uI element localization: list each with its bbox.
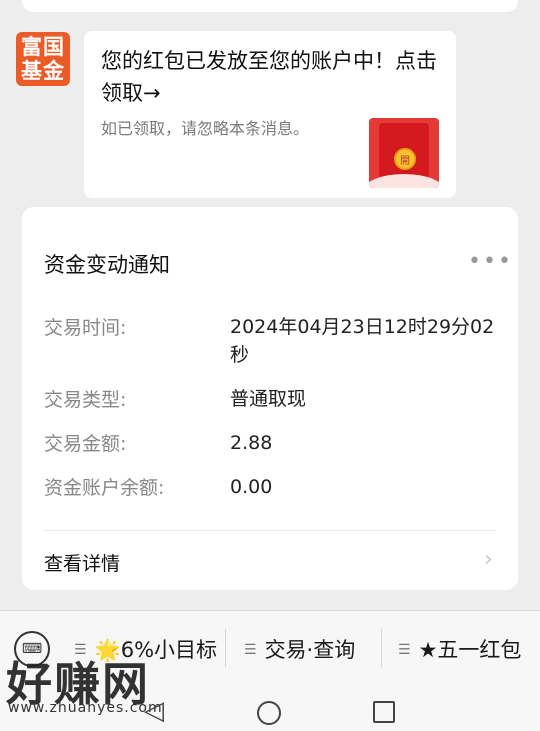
message-title: 您的红包已发放至您的账户中！点击领取→ bbox=[101, 49, 437, 105]
envelope-coin-icon: 開 bbox=[394, 148, 416, 170]
menu-item-label: 交易·查询 bbox=[264, 638, 356, 662]
message-subtitle: 如已领取，请忽略本条消息。 bbox=[101, 119, 310, 138]
red-envelope-icon: 開 bbox=[369, 118, 439, 188]
nav-recents-icon[interactable] bbox=[373, 701, 395, 723]
row-label: 资金账户余额: bbox=[44, 477, 165, 499]
row-value: 普通取现 bbox=[230, 388, 307, 410]
menu-item-red-packet[interactable]: ☰ ★五一红包 bbox=[398, 634, 521, 664]
avatar-text-line1: 富国 bbox=[21, 35, 65, 59]
row-label: 交易金额: bbox=[44, 433, 127, 455]
row-label: 交易类型: bbox=[44, 389, 127, 411]
avatar-text-line2: 基金 bbox=[21, 59, 65, 83]
row-value: 2.88 bbox=[230, 432, 273, 454]
watermark-url: www.zhuanyes.com bbox=[8, 700, 163, 716]
fund-change-notice-card[interactable]: 资金变动通知 ••• 交易时间: 2024年04月23日12时29分02秒 交易… bbox=[22, 207, 518, 590]
previous-message-card bbox=[22, 0, 518, 12]
row-value: 0.00 bbox=[230, 476, 273, 498]
view-details-link[interactable]: 查看详情 bbox=[44, 549, 120, 576]
menu-lines-icon: ☰ bbox=[244, 642, 257, 658]
red-packet-message-bubble[interactable]: 您的红包已发放至您的账户中！点击领取→ 如已领取，请忽略本条消息。 開 bbox=[84, 31, 456, 198]
chevron-right-icon[interactable]: › bbox=[484, 547, 493, 572]
menu-separator bbox=[225, 629, 226, 667]
official-account-avatar[interactable]: 富国 基金 bbox=[16, 32, 70, 86]
card-title: 资金变动通知 bbox=[44, 253, 170, 277]
nav-home-icon[interactable] bbox=[257, 701, 281, 725]
menu-item-label: ★五一红包 bbox=[418, 638, 522, 662]
menu-lines-icon: ☰ bbox=[398, 642, 411, 658]
row-value: 2024年04月23日12时29分02秒 bbox=[230, 316, 495, 366]
menu-item-trade-query[interactable]: ☰ 交易·查询 bbox=[244, 634, 355, 664]
menu-separator bbox=[381, 629, 382, 667]
row-label: 交易时间: bbox=[44, 317, 127, 339]
divider bbox=[44, 530, 496, 531]
more-options-icon[interactable]: ••• bbox=[468, 251, 513, 273]
